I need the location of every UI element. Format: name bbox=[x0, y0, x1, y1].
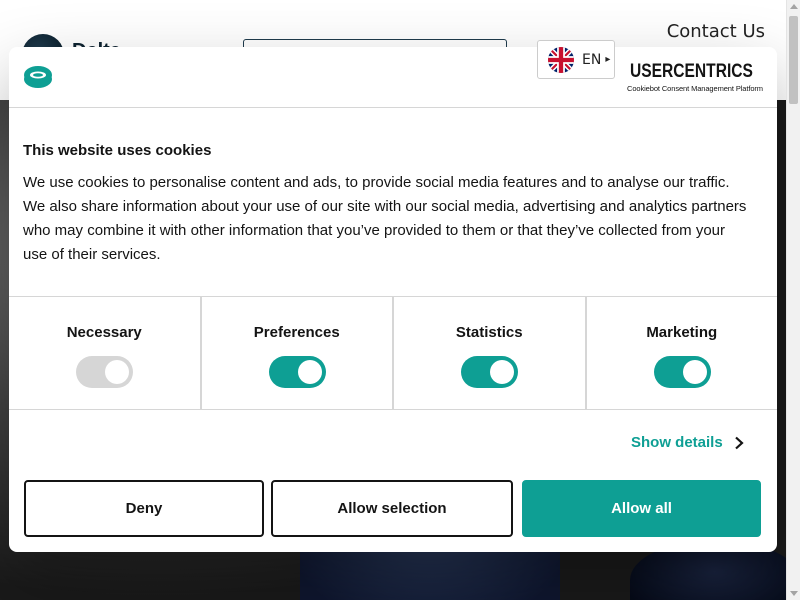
show-details-label: Show details bbox=[631, 434, 723, 451]
scroll-down-arrow-icon[interactable] bbox=[790, 591, 798, 596]
category-label: Statistics bbox=[455, 324, 523, 341]
chevron-right-icon bbox=[734, 436, 744, 449]
category-preferences: Preferences bbox=[202, 297, 394, 409]
preferences-toggle[interactable] bbox=[268, 356, 326, 388]
category-label: Preferences bbox=[253, 324, 340, 341]
dialog-description: We use cookies to personalise content an… bbox=[23, 174, 747, 263]
cookiebot-logo-icon bbox=[24, 66, 52, 88]
category-marketing: Marketing bbox=[587, 297, 778, 409]
category-necessary: Necessary bbox=[9, 297, 202, 409]
allow-all-button[interactable]: Allow all bbox=[522, 480, 761, 537]
show-details-link[interactable]: Show details bbox=[631, 434, 745, 451]
category-label: Necessary bbox=[66, 324, 142, 341]
usercentrics-name: USERCENTRICS bbox=[630, 61, 753, 82]
contact-us-link[interactable]: Contact Us bbox=[667, 21, 765, 42]
consent-categories: Necessary Preferences Statistics Marketi… bbox=[9, 296, 777, 410]
language-code: EN bbox=[582, 51, 602, 68]
caret-right-icon: ▸ bbox=[605, 54, 611, 65]
usercentrics-subtitle: Cookiebot Consent Management Platform bbox=[627, 84, 763, 93]
page-scrollbar[interactable] bbox=[786, 0, 800, 600]
dialog-header: USERCENTRICS Cookiebot Consent Managemen… bbox=[9, 47, 777, 108]
uk-flag-icon bbox=[548, 46, 574, 73]
dialog-title: This website uses cookies bbox=[23, 142, 212, 159]
scroll-thumb[interactable] bbox=[789, 16, 798, 104]
statistics-toggle[interactable] bbox=[461, 356, 519, 388]
deny-button[interactable]: Deny bbox=[24, 480, 264, 537]
language-selector[interactable]: EN ▸ bbox=[537, 40, 615, 79]
scroll-up-arrow-icon[interactable] bbox=[790, 4, 798, 9]
category-label: Marketing bbox=[646, 324, 718, 341]
cookie-consent-dialog: USERCENTRICS Cookiebot Consent Managemen… bbox=[9, 47, 777, 552]
category-statistics: Statistics bbox=[394, 297, 587, 409]
marketing-toggle[interactable] bbox=[653, 356, 711, 388]
allow-selection-button[interactable]: Allow selection bbox=[271, 480, 513, 537]
necessary-toggle bbox=[76, 356, 134, 388]
usercentrics-brand[interactable]: USERCENTRICS Cookiebot Consent Managemen… bbox=[627, 61, 763, 95]
